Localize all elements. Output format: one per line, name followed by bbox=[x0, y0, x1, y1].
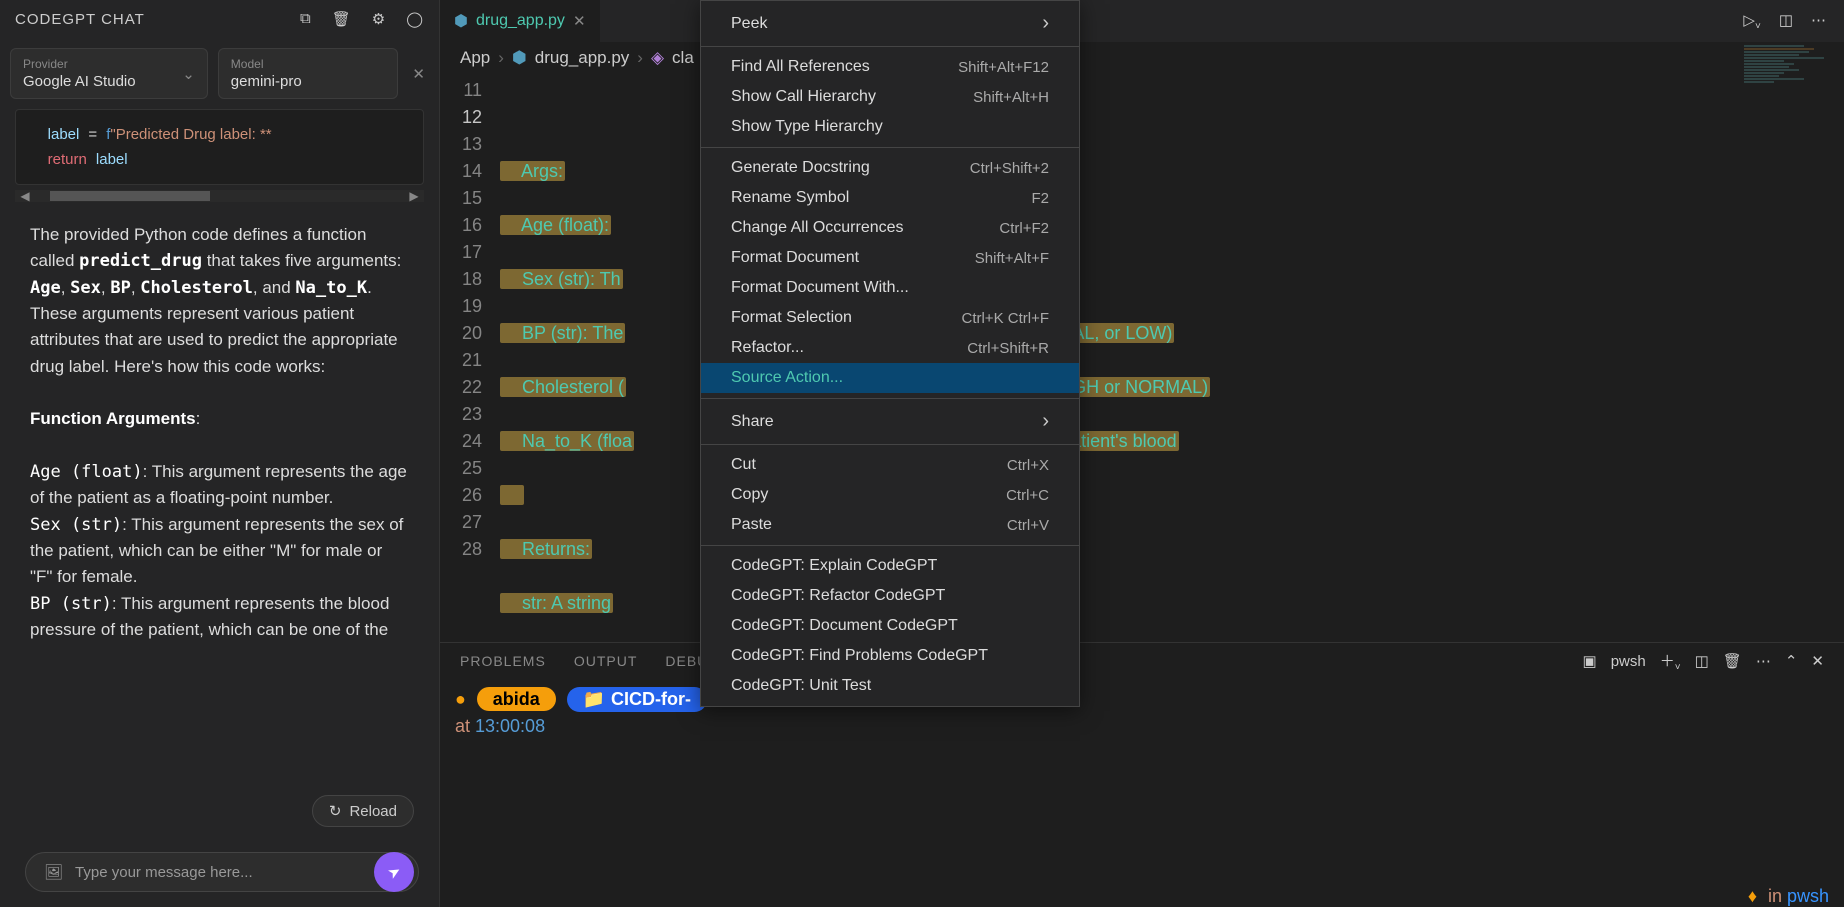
tab-label: drug_app.py bbox=[476, 12, 565, 30]
reload-label: Reload bbox=[349, 803, 397, 820]
ctx-format-document-with[interactable]: Format Document With... bbox=[701, 273, 1079, 303]
minimap[interactable] bbox=[1744, 45, 1844, 245]
class-icon: ◈ bbox=[651, 48, 664, 68]
send-button[interactable]: ➤ bbox=[374, 852, 414, 892]
reload-icon: ↻ bbox=[329, 802, 342, 820]
more-icon[interactable]: ⋯ bbox=[1811, 11, 1826, 32]
ctx-copy[interactable]: CopyCtrl+C bbox=[701, 480, 1079, 510]
chevron-down-icon: ⌄ bbox=[182, 65, 195, 83]
path-badge: 📁CICD-for- bbox=[567, 687, 707, 712]
reload-button[interactable]: ↻ Reload bbox=[312, 795, 414, 827]
tab-problems[interactable]: PROBLEMS bbox=[460, 653, 546, 669]
ctx-peek[interactable]: Peek bbox=[701, 6, 1079, 41]
plus-icon[interactable]: ＋˅ bbox=[1660, 650, 1681, 673]
ctx-show-call-hierarchy[interactable]: Show Call HierarchyShift+Alt+H bbox=[701, 82, 1079, 112]
tab-output[interactable]: OUTPUT bbox=[574, 653, 638, 669]
context-menu: Peek Find All ReferencesShift+Alt+F12 Sh… bbox=[700, 0, 1080, 707]
ctx-change-all-occurrences[interactable]: Change All OccurrencesCtrl+F2 bbox=[701, 213, 1079, 243]
split-icon[interactable]: ◫ bbox=[1779, 11, 1793, 32]
tab-close-icon[interactable]: ✕ bbox=[573, 12, 586, 30]
scroll-right-icon[interactable]: ▶ bbox=[404, 189, 424, 203]
code-editor[interactable]: 111213141516171819202122232425262728 Arg… bbox=[440, 74, 1844, 642]
clipboard-icon[interactable]: ⧉ bbox=[300, 10, 312, 28]
image-icon[interactable]: 🖼 bbox=[44, 863, 63, 881]
user-icon[interactable]: ◯ bbox=[406, 10, 424, 28]
scroll-left-icon[interactable]: ◀ bbox=[15, 189, 35, 203]
chat-input[interactable]: 🖼 Type your message here... bbox=[25, 852, 419, 892]
ctx-codegpt-refactor[interactable]: CodeGPT: Refactor CodeGPT bbox=[701, 581, 1079, 611]
tab-drug-app[interactable]: ⬢ drug_app.py ✕ bbox=[440, 0, 600, 42]
user-badge: abida bbox=[477, 687, 556, 711]
ctx-codegpt-unittest[interactable]: CodeGPT: Unit Test bbox=[701, 671, 1079, 701]
snippet-scrollbar[interactable]: ◀ ▶ bbox=[15, 190, 424, 202]
more-icon[interactable]: ⋯ bbox=[1756, 652, 1771, 670]
trash-icon[interactable]: 🗑 bbox=[332, 10, 352, 28]
panel-title: CODEGPT CHAT bbox=[15, 11, 145, 28]
ctx-refactor[interactable]: Refactor...Ctrl+Shift+R bbox=[701, 333, 1079, 363]
model-select[interactable]: Model gemini-pro bbox=[218, 48, 399, 99]
maximize-icon[interactable]: ⌃ bbox=[1785, 652, 1798, 670]
send-icon: ➤ bbox=[384, 861, 404, 883]
terminal-right-status: ♦ in pwsh bbox=[1748, 886, 1829, 907]
provider-label: Provider bbox=[23, 57, 195, 71]
trash-icon[interactable]: 🗑 bbox=[1723, 652, 1742, 670]
explanation-text: The provided Python code defines a funct… bbox=[0, 202, 439, 795]
split-terminal-icon[interactable]: ◫ bbox=[1695, 652, 1709, 670]
provider-select[interactable]: Provider Google AI Studio ⌄ bbox=[10, 48, 208, 99]
ctx-show-type-hierarchy[interactable]: Show Type Hierarchy bbox=[701, 112, 1079, 142]
ctx-cut[interactable]: CutCtrl+X bbox=[701, 450, 1079, 480]
terminal-shell[interactable]: pwsh bbox=[1611, 653, 1646, 670]
ctx-generate-docstring[interactable]: Generate DocstringCtrl+Shift+2 bbox=[701, 153, 1079, 183]
ctx-paste[interactable]: PasteCtrl+V bbox=[701, 510, 1079, 540]
codegpt-panel: CODEGPT CHAT ⧉ 🗑 ⚙ ◯ Provider Google AI … bbox=[0, 0, 440, 907]
model-value: gemini-pro bbox=[231, 73, 386, 90]
editor-tabs: ⬢ drug_app.py ✕ ▷˅ ◫ ⋯ bbox=[440, 0, 1844, 42]
gear-icon[interactable]: ⚙ bbox=[372, 10, 386, 28]
scroll-thumb[interactable] bbox=[50, 191, 210, 201]
chat-placeholder: Type your message here... bbox=[75, 864, 253, 881]
ctx-format-selection[interactable]: Format SelectionCtrl+K Ctrl+F bbox=[701, 303, 1079, 333]
close-panel-icon[interactable]: ✕ bbox=[1811, 652, 1824, 670]
ctx-rename-symbol[interactable]: Rename SymbolF2 bbox=[701, 183, 1079, 213]
python-icon: ⬢ bbox=[454, 11, 468, 31]
run-icon[interactable]: ▷˅ bbox=[1743, 11, 1760, 32]
provider-value: Google AI Studio bbox=[23, 73, 195, 90]
model-label: Model bbox=[231, 57, 386, 71]
ctx-find-all-references[interactable]: Find All ReferencesShift+Alt+F12 bbox=[701, 52, 1079, 82]
terminal-body[interactable]: ● abida 📁CICD-for- at 13:00:08 bbox=[440, 679, 1844, 745]
ctx-codegpt-explain[interactable]: CodeGPT: Explain CodeGPT bbox=[701, 551, 1079, 581]
breadcrumb[interactable]: App› ⬢drug_app.py› ◈cla bbox=[440, 42, 1844, 74]
ctx-source-action[interactable]: Source Action... bbox=[701, 363, 1079, 393]
ctx-codegpt-document[interactable]: CodeGPT: Document CodeGPT bbox=[701, 611, 1079, 641]
ctx-share[interactable]: Share bbox=[701, 404, 1079, 439]
close-icon[interactable]: ✕ bbox=[408, 65, 429, 83]
terminal-icon[interactable]: ▣ bbox=[1583, 652, 1597, 670]
line-gutter: 111213141516171819202122232425262728 bbox=[440, 74, 500, 642]
ctx-codegpt-findproblems[interactable]: CodeGPT: Find Problems CodeGPT bbox=[701, 641, 1079, 671]
python-icon: ⬢ bbox=[512, 48, 527, 68]
code-snippet: label = f"Predicted Drug label: ** retur… bbox=[15, 109, 424, 185]
panel-tabs: PROBLEMS OUTPUT DEBUG bbox=[440, 643, 740, 679]
ctx-format-document[interactable]: Format DocumentShift+Alt+F bbox=[701, 243, 1079, 273]
